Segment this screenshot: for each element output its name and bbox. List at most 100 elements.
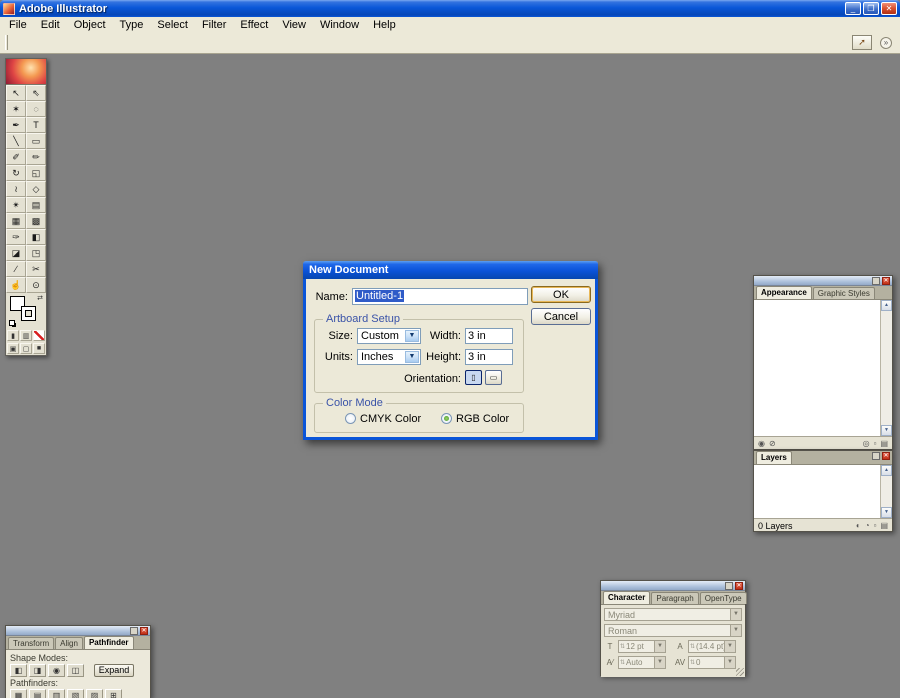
pathfinder-palette-titlebar[interactable]: ✕ (6, 626, 150, 636)
go-to-bridge-button[interactable]: ➚ (852, 35, 872, 50)
menu-effect[interactable]: Effect (233, 19, 275, 31)
kerning-dropdown-icon[interactable]: ▼ (654, 657, 665, 668)
tracking-select[interactable]: ⇅ 0 ▼ (688, 656, 736, 669)
none-button[interactable] (33, 330, 45, 341)
menu-object[interactable]: Object (67, 19, 113, 31)
menu-help[interactable]: Help (366, 19, 403, 31)
tab-graphic-styles[interactable]: Graphic Styles (812, 287, 875, 299)
standard-screen-mode-button[interactable]: ▣ (7, 343, 19, 354)
leading-select[interactable]: ⇅ (14.4 pt) ▼ (688, 640, 736, 653)
tab-appearance[interactable]: Appearance (756, 286, 812, 299)
cmyk-label[interactable]: CMYK Color (360, 413, 421, 425)
rotate-tool[interactable]: ↻ (6, 165, 26, 181)
new-sublayer-button[interactable]: ◔ (865, 520, 870, 532)
toolbox-header-art[interactable] (6, 59, 46, 85)
clear-appearance-button[interactable]: ⊘ (769, 438, 776, 450)
minus-back-button[interactable]: ⊞ (105, 689, 122, 698)
tab-opentype[interactable]: OpenType (699, 592, 747, 604)
default-fill-stroke-icon[interactable] (9, 320, 15, 326)
tab-align[interactable]: Align (55, 637, 83, 649)
units-dropdown-icon[interactable]: ▼ (405, 351, 419, 363)
gradient-button[interactable]: ▥ (20, 330, 32, 341)
add-to-shape-area-button[interactable]: ◧ (10, 664, 27, 677)
dialog-titlebar[interactable]: New Document (303, 261, 598, 279)
pathfinder-close-button[interactable]: ✕ (140, 627, 148, 635)
blend-tool[interactable]: ◧ (26, 229, 46, 245)
character-close-button[interactable]: ✕ (735, 582, 743, 590)
tab-character[interactable]: Character (603, 591, 651, 604)
menu-filter[interactable]: Filter (195, 19, 233, 31)
menu-view[interactable]: View (275, 19, 313, 31)
magic-wand-tool[interactable]: ✶ (6, 101, 26, 117)
leading-dropdown-icon[interactable]: ▼ (724, 641, 735, 652)
window-titlebar[interactable]: Adobe Illustrator _ ❐ ✕ (0, 0, 900, 17)
delete-layer-button[interactable]: ▤ (880, 520, 888, 532)
swap-fill-stroke-icon[interactable]: ⇄ (37, 294, 43, 302)
maximize-button[interactable]: ❐ (863, 2, 879, 15)
rgb-radio[interactable] (441, 413, 452, 424)
tab-transform[interactable]: Transform (8, 637, 55, 649)
scroll-down-icon[interactable]: ▼ (881, 507, 892, 518)
gradient-tool[interactable]: ▩ (26, 213, 46, 229)
exclude-shape-areas-button[interactable]: ◫ (67, 664, 84, 677)
menu-type[interactable]: Type (113, 19, 151, 31)
trim-button[interactable]: ▤ (29, 689, 46, 698)
layers-close-button[interactable]: ✕ (882, 452, 890, 460)
cancel-button[interactable]: Cancel (531, 308, 591, 325)
line-segment-tool[interactable]: ╲ (6, 133, 26, 149)
tracking-dropdown-icon[interactable]: ▼ (724, 657, 735, 668)
new-layer-button[interactable]: ▫ (874, 520, 877, 532)
merge-button[interactable]: ▥ (48, 689, 65, 698)
pathfinder-minimize-button[interactable] (130, 627, 138, 635)
tracking-spinner-icon[interactable]: ⇅ (689, 659, 696, 666)
slice-tool[interactable]: ∕ (6, 261, 26, 277)
character-palette-titlebar[interactable]: ✕ (601, 581, 745, 591)
color-button[interactable]: ▮ (7, 330, 19, 341)
menu-window[interactable]: Window (313, 19, 366, 31)
appearance-scrollbar[interactable]: ▲ ▼ (880, 300, 892, 436)
character-minimize-button[interactable] (725, 582, 733, 590)
make-clipping-mask-button[interactable]: ◐ (856, 520, 861, 532)
layers-scrollbar[interactable]: ▲ ▼ (880, 465, 892, 518)
close-button[interactable]: ✕ (881, 2, 897, 15)
landscape-orientation-button[interactable]: ▭ (485, 370, 502, 385)
duplicate-item-button[interactable]: ▫ (874, 438, 877, 450)
width-input[interactable]: 3 in (465, 328, 513, 344)
minimize-button[interactable]: _ (845, 2, 861, 15)
scale-tool[interactable]: ◱ (26, 165, 46, 181)
scroll-up-icon[interactable]: ▲ (881, 300, 892, 311)
symbol-sprayer-tool[interactable]: ✴ (6, 197, 26, 213)
height-input[interactable]: 3 in (465, 349, 513, 365)
resize-grip[interactable] (736, 668, 744, 676)
font-size-select[interactable]: ⇅ 12 pt ▼ (618, 640, 666, 653)
menu-select[interactable]: Select (150, 19, 195, 31)
font-size-spinner-icon[interactable]: ⇅ (619, 643, 626, 650)
font-size-dropdown-icon[interactable]: ▼ (654, 641, 665, 652)
tab-pathfinder[interactable]: Pathfinder (83, 636, 134, 649)
menu-edit[interactable]: Edit (34, 19, 67, 31)
direct-selection-tool[interactable]: ⇖ (26, 85, 46, 101)
outline-button[interactable]: ▨ (86, 689, 103, 698)
scissors-tool[interactable]: ✂ (26, 261, 46, 277)
paintbrush-tool[interactable]: ✐ (6, 149, 26, 165)
appearance-minimize-button[interactable] (872, 277, 880, 285)
scroll-up-icon[interactable]: ▲ (881, 465, 892, 476)
warp-tool[interactable]: ≀ (6, 181, 26, 197)
kerning-select[interactable]: ⇅ Auto ▼ (618, 656, 666, 669)
rectangle-tool[interactable]: ▭ (26, 133, 46, 149)
menu-file[interactable]: File (2, 19, 34, 31)
tab-paragraph[interactable]: Paragraph (651, 592, 699, 604)
live-paint-bucket-tool[interactable]: ◪ (6, 245, 26, 261)
delete-item-button[interactable]: ▤ (880, 438, 888, 450)
kerning-spinner-icon[interactable]: ⇅ (619, 659, 626, 666)
portrait-orientation-button[interactable]: ▯ (465, 370, 482, 385)
divide-button[interactable]: ▦ (10, 689, 27, 698)
full-screen-with-menu-mode-button[interactable]: ▢ (20, 343, 32, 354)
crop-button[interactable]: ▧ (67, 689, 84, 698)
column-graph-tool[interactable]: ▤ (26, 197, 46, 213)
font-family-dropdown-icon[interactable]: ▼ (730, 609, 741, 620)
lasso-tool[interactable]: ◌ (26, 101, 46, 117)
stroke-color-swatch[interactable] (21, 306, 36, 321)
free-transform-tool[interactable]: ◇ (26, 181, 46, 197)
live-paint-selection-tool[interactable]: ◳ (26, 245, 46, 261)
